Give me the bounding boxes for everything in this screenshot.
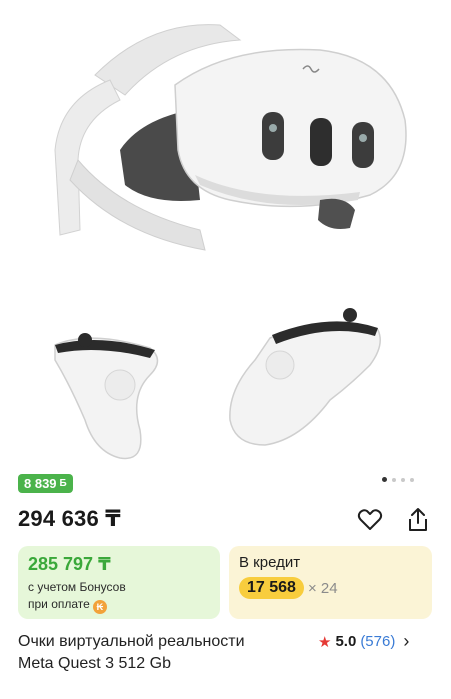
bonus-description: с учетом Бонусов при оплате ₭ — [28, 579, 210, 614]
chevron-right-icon: › — [403, 631, 410, 651]
bonus-price-card[interactable]: 285 797 ₸ с учетом Бонусов при оплате ₭ — [18, 546, 220, 619]
bonus-line-2-wrap: при оплате ₭ — [28, 596, 210, 614]
rating-score: 5.0 — [335, 633, 357, 650]
star-icon: ★ — [318, 633, 332, 651]
review-count: (576) — [360, 633, 396, 650]
bonus-line-2: при оплате — [28, 597, 90, 611]
credit-months: × 24 — [307, 579, 338, 597]
pagination-dot — [410, 477, 414, 482]
bonus-price: 285 797 ₸ — [28, 554, 111, 574]
product-price: 294 636 ₸ — [18, 506, 121, 531]
credit-monthly-amount: 17 568 — [239, 577, 304, 599]
credit-card[interactable]: В кредит 17 568 × 24 — [229, 546, 432, 619]
product-rating[interactable]: ★ 5.0 (576) › — [318, 631, 409, 652]
bonus-currency-icon: Б — [59, 478, 67, 489]
pagination-dot-active — [382, 477, 387, 482]
heart-outline-icon — [357, 509, 383, 530]
product-image — [54, 24, 407, 460]
product-title-line-2: Meta Quest 3 512 Gb — [18, 655, 171, 672]
share-button[interactable] — [402, 504, 434, 536]
product-image-gallery[interactable] — [0, 0, 451, 466]
bonus-badge-amount: 8 839 — [24, 476, 57, 491]
bonus-line-1: с учетом Бонусов — [28, 580, 126, 594]
share-icon — [409, 508, 427, 531]
pagination-dot — [401, 477, 405, 482]
bonus-badge: 8 839 Б — [18, 474, 73, 493]
product-title-line-1: Очки виртуальной реальности — [18, 633, 245, 650]
favorite-button[interactable] — [354, 504, 386, 536]
credit-row: 17 568 × 24 — [239, 577, 422, 599]
pagination-dot — [392, 477, 396, 482]
gallery-pagination — [382, 477, 414, 482]
kaspi-pay-icon: ₭ — [92, 600, 107, 614]
product-title: Очки виртуальной реальности Meta Quest 3… — [18, 631, 308, 675]
credit-title: В кредит — [239, 554, 301, 571]
